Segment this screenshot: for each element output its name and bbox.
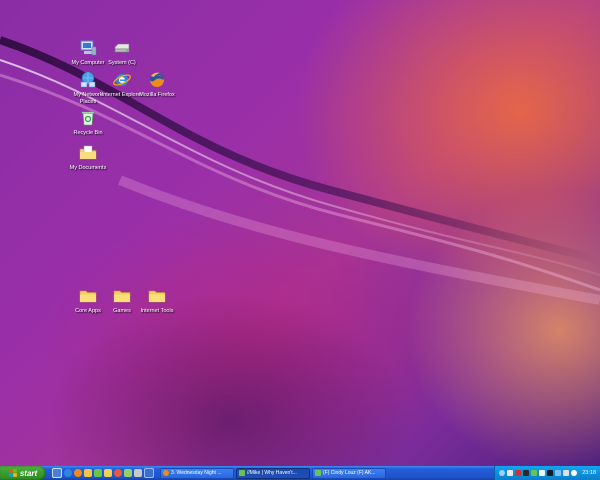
internet-explorer-icon: [113, 74, 131, 86]
start-label: start: [19, 468, 38, 478]
firefox-icon: [163, 470, 169, 476]
desktop-icon-recycle-bin[interactable]: Recycle Bin: [66, 108, 110, 137]
taskbar-button[interactable]: (F) Cindy Louz (F) AK...: [312, 467, 386, 479]
quick-launch: [46, 466, 158, 480]
folder-icon: [113, 290, 131, 303]
desktop-icon-label: Mozilla Firefox: [139, 92, 175, 98]
tray-app-icon[interactable]: [523, 470, 530, 476]
taskbar-button-label: 3. Wednesday Night ...: [171, 470, 222, 476]
folder-icon: [79, 290, 97, 303]
network-places-icon: [80, 71, 96, 88]
volume-icon[interactable]: [563, 470, 570, 476]
messenger-icon: [315, 470, 321, 476]
taskbar-button-label: //Mike | Why Haven't...: [247, 470, 297, 476]
start-button[interactable]: start: [0, 466, 46, 480]
firefox-icon: [150, 72, 164, 87]
tray-app-icon[interactable]: [515, 470, 522, 476]
tray-app-icon[interactable]: [507, 470, 514, 476]
tray-app-icon[interactable]: [571, 470, 578, 476]
app-icon[interactable]: [114, 469, 122, 477]
folder-icon: [148, 290, 166, 303]
desktop: My Computer System (C) My Network Places…: [0, 0, 600, 466]
tray-app-icon[interactable]: [547, 470, 554, 476]
chat-icon[interactable]: [124, 469, 132, 477]
taskbar-button[interactable]: 3. Wednesday Night ...: [160, 467, 234, 479]
messenger-icon[interactable]: [531, 470, 538, 476]
desktop-icon-system-c[interactable]: System (C): [100, 38, 144, 67]
messenger-icon[interactable]: [94, 469, 102, 477]
clock[interactable]: 23:18: [582, 470, 596, 476]
media-player-icon[interactable]: [84, 469, 92, 477]
my-documents-icon: [79, 145, 97, 160]
taskbar-button-label: (F) Cindy Louz (F) AK...: [323, 470, 376, 476]
desktop-icon-internet-tools[interactable]: Internet Tools: [135, 286, 179, 315]
taskbar-button[interactable]: //Mike | Why Haven't...: [236, 467, 310, 479]
desktop-icon-label: Internet Tools: [140, 308, 174, 314]
tray-app-icon[interactable]: [539, 470, 546, 476]
windows-flag-icon: [8, 469, 17, 477]
desktop-icon-label: Recycle Bin: [73, 130, 103, 136]
desktop-icon-my-documents[interactable]: My Documents: [66, 143, 110, 172]
desktop-icon-label: My Documents: [69, 165, 107, 171]
tray-arrow-icon[interactable]: [499, 470, 506, 476]
firefox-icon[interactable]: [74, 469, 82, 477]
expand-quick-launch-icon[interactable]: [144, 468, 154, 478]
show-desktop-icon[interactable]: [52, 468, 62, 478]
recycle-bin-icon: [81, 111, 95, 126]
my-computer-icon: [80, 40, 97, 56]
desktop-icon-label: System (C): [108, 60, 136, 66]
messenger-icon: [239, 470, 245, 476]
internet-explorer-icon[interactable]: [64, 469, 72, 477]
network-icon[interactable]: [555, 470, 562, 476]
drive-icon: [114, 43, 130, 53]
app-icon[interactable]: [134, 469, 142, 477]
folder-icon[interactable]: [104, 469, 112, 477]
taskbar: start 3. Wednesday Night ... //Mike | Wh…: [0, 466, 600, 480]
system-tray: 23:18: [494, 466, 600, 480]
desktop-icon-mozilla-firefox[interactable]: Mozilla Firefox: [135, 70, 179, 99]
